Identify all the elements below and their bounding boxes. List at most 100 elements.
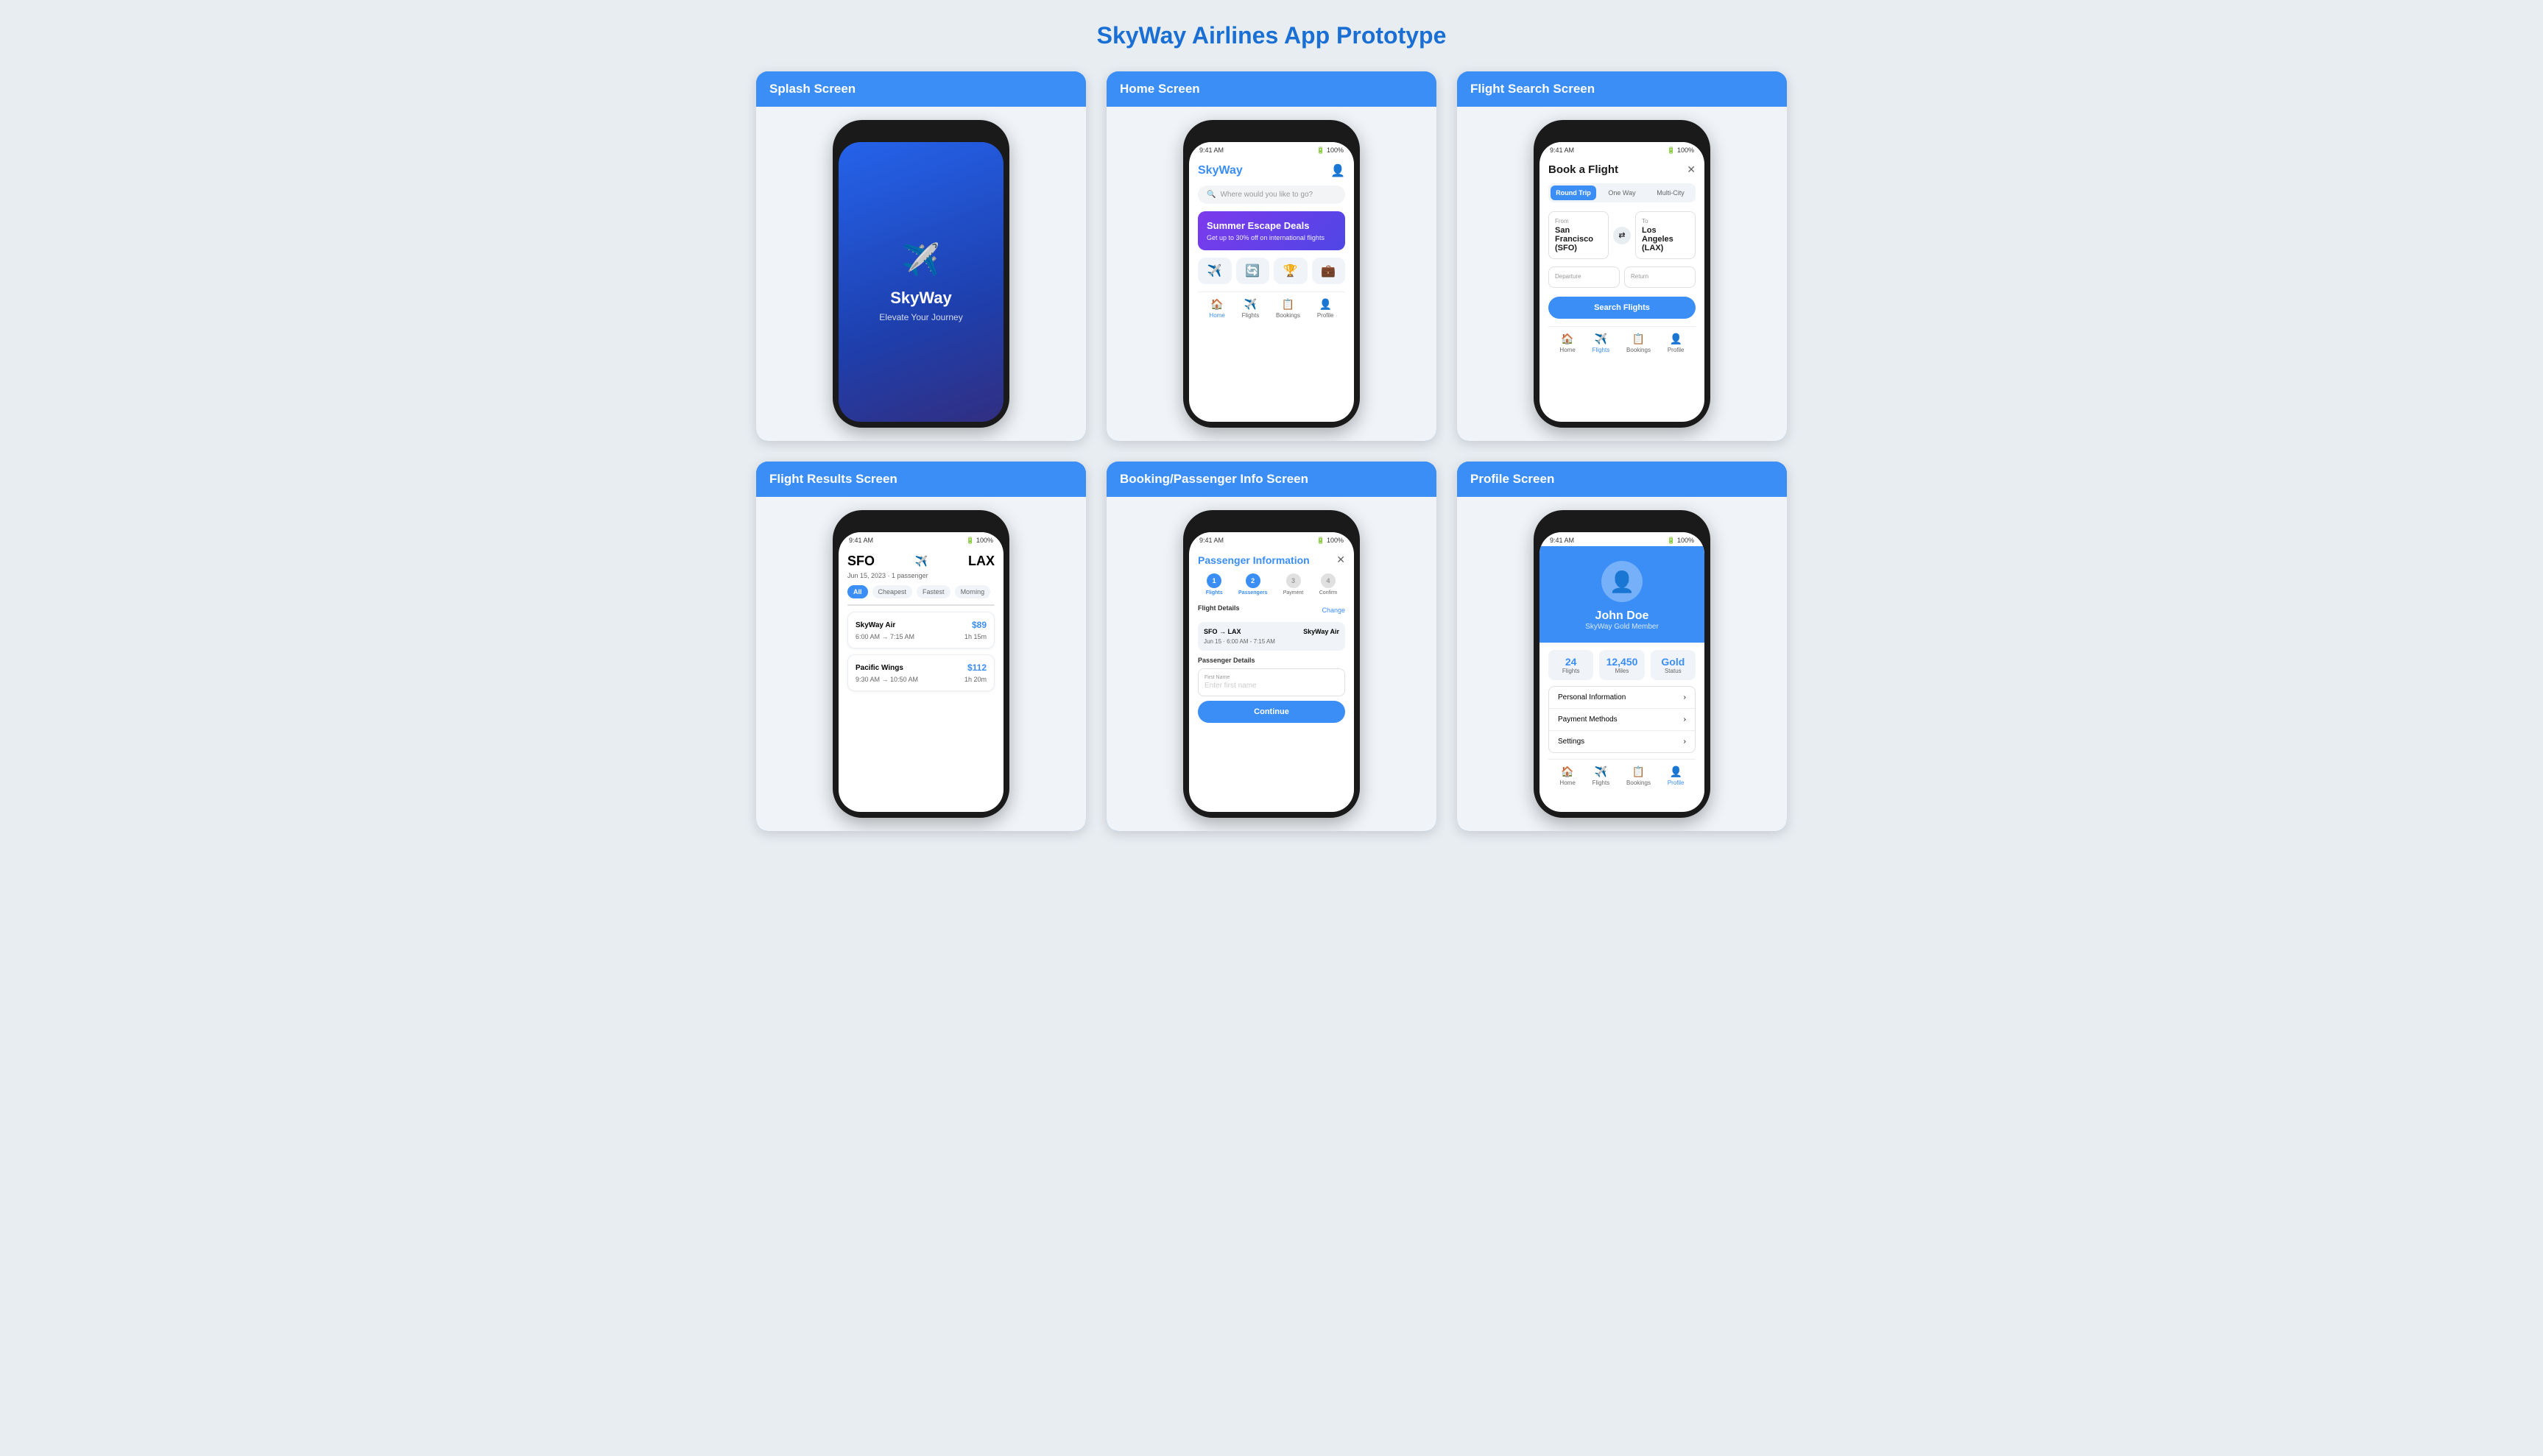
fs-profile-label: Profile (1668, 347, 1685, 353)
flight-result-item-1[interactable]: SkyWay Air $89 6:00 AM → 7:15 AM 1h 15m (847, 612, 995, 649)
profile-member-status: SkyWay Gold Member (1548, 623, 1696, 631)
stat-flights-val: 24 (1554, 656, 1587, 668)
splash-app-name: SkyWay (890, 289, 952, 308)
flights-nav-icon: ✈️ (1242, 298, 1260, 311)
booking-screen-card: Booking/Passenger Info Screen 9:41 AM 🔋 … (1107, 462, 1436, 831)
fs-bookings-label: Bookings (1626, 347, 1651, 353)
close-icon[interactable]: ✕ (1687, 163, 1696, 176)
step-circle-1: 1 (1207, 573, 1221, 588)
step-payment: 3 Payment (1283, 573, 1304, 596)
profile-menu-personal[interactable]: Personal Information › (1549, 687, 1695, 709)
profile-menu-payment[interactable]: Payment Methods › (1549, 709, 1695, 731)
profile-name: John Doe (1548, 609, 1696, 623)
quick-link-deals[interactable]: 🏆 (1274, 258, 1308, 284)
fs-flights-icon: ✈️ (1593, 333, 1610, 345)
phone-notch (892, 126, 950, 139)
home-screen-card: Home Screen 9:41 AM 🔋 100% SkyWay 👤 (1107, 71, 1436, 441)
booking-inner: Passenger Information ✕ 1 Flights 2 Pass… (1189, 546, 1354, 730)
promo-banner[interactable]: Summer Escape Deals Get up to 30% off on… (1198, 211, 1345, 250)
from-airport-value: San Francisco (SFO) (1555, 226, 1602, 252)
home-screen-inner: SkyWay 👤 🔍 Where would you like to go? S… (1189, 156, 1354, 332)
profile-menu-settings[interactable]: Settings › (1549, 731, 1695, 752)
promo-sub: Get up to 30% off on international fligh… (1207, 234, 1336, 241)
fs-bookings-icon: 📋 (1626, 333, 1651, 345)
passenger-name-field[interactable]: First Name Enter first name (1198, 668, 1345, 696)
splash-tagline: Elevate Your Journey (879, 312, 962, 322)
profile-status-bar: 9:41 AM 🔋 100% (1539, 532, 1704, 546)
route-to: LAX (968, 554, 995, 569)
booking-route: SFO → LAX (1204, 628, 1241, 635)
quick-link-exchange[interactable]: 🔄 (1236, 258, 1270, 284)
fs-home-icon: 🏠 (1559, 333, 1575, 345)
tab-round-trip[interactable]: Round Trip (1551, 185, 1596, 200)
splash-airplane-icon: ✈️ (902, 242, 940, 278)
pr-bookings-icon: 📋 (1626, 766, 1651, 778)
flight-result-item-2[interactable]: Pacific Wings $112 9:30 AM → 10:50 AM 1h… (847, 654, 995, 691)
chevron-right-icon-2: › (1684, 715, 1686, 724)
filter-morning[interactable]: Morning (955, 585, 991, 598)
profile-menu: Personal Information › Payment Methods ›… (1548, 686, 1696, 753)
booking-status-battery: 🔋 100% (1316, 537, 1344, 545)
booking-date: Jun 15 · 6:00 AM - 7:15 AM (1204, 638, 1339, 645)
pr-nav-flights[interactable]: ✈️ Flights (1593, 766, 1610, 786)
home-bottom-nav: 🏠 Home ✈️ Flights 📋 Bookings (1198, 291, 1345, 325)
swap-airports-button[interactable]: ⇄ (1613, 227, 1631, 244)
fr-status-time: 9:41 AM (849, 537, 873, 545)
departure-date-box[interactable]: Departure (1548, 266, 1620, 288)
pr-profile-icon: 👤 (1668, 766, 1685, 778)
booking-card-body: 9:41 AM 🔋 100% Passenger Information ✕ 1… (1107, 497, 1436, 831)
avatar: 👤 (1601, 561, 1643, 602)
fs-home-label: Home (1559, 347, 1575, 353)
tab-multi-city[interactable]: Multi-City (1648, 185, 1693, 200)
flight-search-body: 9:41 AM 🔋 100% Book a Flight ✕ Round Tri… (1457, 107, 1787, 441)
splash-phone: ✈️ SkyWay Elevate Your Journey (833, 120, 1009, 428)
pr-nav-profile[interactable]: 👤 Profile (1668, 766, 1685, 786)
home-phone: 9:41 AM 🔋 100% SkyWay 👤 🔍 Where would yo… (1183, 120, 1360, 428)
filter-tabs: All Cheapest Fastest Morning (847, 585, 995, 598)
booking-close-icon[interactable]: ✕ (1336, 554, 1345, 566)
fs-nav-flights[interactable]: ✈️ Flights (1593, 333, 1610, 353)
return-date-box[interactable]: Return (1624, 266, 1696, 288)
fs-flights-label: Flights (1593, 347, 1610, 353)
splash-screen-content: ✈️ SkyWay Elevate Your Journey (839, 142, 1004, 422)
step-label-payment: Payment (1283, 590, 1304, 596)
nav-home[interactable]: 🏠 Home (1209, 298, 1224, 319)
filter-fastest[interactable]: Fastest (917, 585, 950, 598)
fr-notch (892, 516, 950, 529)
profile-settings-label: Settings (1558, 738, 1584, 746)
nav-flights[interactable]: ✈️ Flights (1242, 298, 1260, 319)
change-link[interactable]: Change (1322, 607, 1345, 614)
fs-nav-home[interactable]: 🏠 Home (1559, 333, 1575, 353)
stat-flights-label: Flights (1554, 668, 1587, 674)
search-flights-button[interactable]: Search Flights (1548, 297, 1696, 319)
home-header: SkyWay 👤 (1198, 163, 1345, 178)
first-name-label: First Name (1205, 675, 1338, 680)
step-label-flights: Flights (1206, 590, 1223, 596)
pr-nav-home[interactable]: 🏠 Home (1559, 766, 1575, 786)
from-airport-box[interactable]: From San Francisco (SFO) (1548, 211, 1609, 259)
filter-all[interactable]: All (847, 585, 868, 598)
pr-flights-icon: ✈️ (1593, 766, 1610, 778)
pr-nav-bookings[interactable]: 📋 Bookings (1626, 766, 1651, 786)
continue-button[interactable]: Continue (1198, 701, 1345, 723)
flight-details-card: SFO → LAX SkyWay Air Jun 15 · 6:00 AM - … (1198, 622, 1345, 651)
nav-profile[interactable]: 👤 Profile (1317, 298, 1334, 319)
step-label-confirm: Confirm (1319, 590, 1338, 596)
to-airport-value: Los Angeles (LAX) (1642, 226, 1689, 252)
bookings-nav-icon: 📋 (1276, 298, 1300, 311)
booking-status-time: 9:41 AM (1199, 537, 1224, 545)
search-icon: 🔍 (1207, 191, 1216, 199)
stat-miles-val: 12,450 (1605, 656, 1638, 668)
to-airport-box[interactable]: To Los Angeles (LAX) (1635, 211, 1696, 259)
tab-one-way[interactable]: One Way (1599, 185, 1645, 200)
quick-link-baggage[interactable]: 💼 (1312, 258, 1346, 284)
fs-nav-profile[interactable]: 👤 Profile (1668, 333, 1685, 353)
step-label-passengers: Passengers (1238, 590, 1267, 596)
splash-card-body: ✈️ SkyWay Elevate Your Journey (756, 107, 1086, 441)
home-search-bar[interactable]: 🔍 Where would you like to go? (1198, 185, 1345, 204)
fs-nav-bookings[interactable]: 📋 Bookings (1626, 333, 1651, 353)
quick-link-flights[interactable]: ✈️ (1198, 258, 1232, 284)
filter-cheapest[interactable]: Cheapest (872, 585, 913, 598)
nav-bookings[interactable]: 📋 Bookings (1276, 298, 1300, 319)
home-user-icon: 👤 (1330, 163, 1345, 178)
